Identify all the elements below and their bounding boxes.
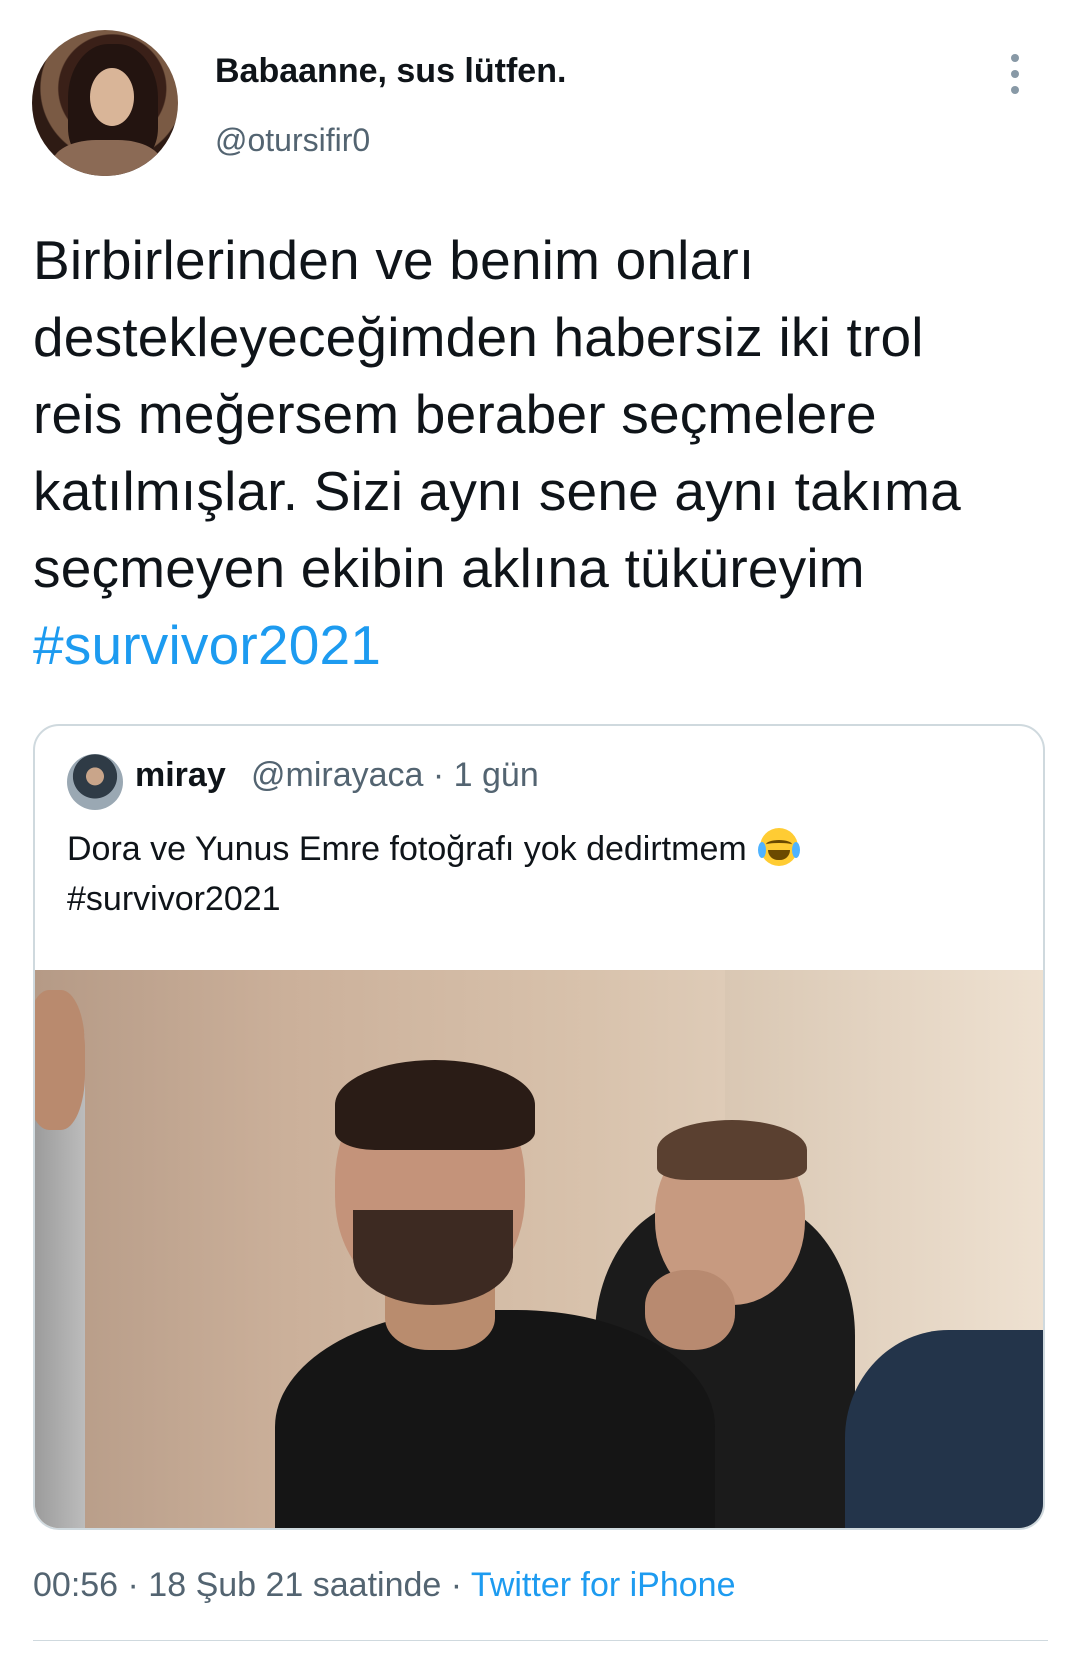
tweet-text-line: Birbirlerinden ve benim onları xyxy=(33,229,755,291)
photo-person2-hair-shape xyxy=(657,1120,807,1180)
tweet-text-line: katılmışlar. Sizi aynı sene aynı takıma xyxy=(33,460,961,522)
author-handle[interactable]: @otursifir0 xyxy=(215,122,370,159)
quoted-tweet-card[interactable]: miray @mirayaca · 1 gün Dora ve Yunus Em… xyxy=(33,724,1045,1530)
quoted-tweet-hashtag[interactable]: #survivor2021 xyxy=(67,880,281,918)
photo-person1-hair-shape xyxy=(335,1060,535,1150)
tear-shape xyxy=(792,842,801,858)
quoted-author-avatar[interactable] xyxy=(67,754,123,810)
tweet-source-link[interactable]: Twitter for iPhone xyxy=(471,1566,736,1604)
tweet-text: Birbirlerinden ve benim onları destekley… xyxy=(33,222,1048,684)
quoted-tweet-body: Dora ve Yunus Emre fotoğrafı yok dedirtm… xyxy=(67,830,747,868)
photo-person1-beard-shape xyxy=(353,1210,513,1305)
tweet-text-line: destekleyeceğimden habersiz iki trol xyxy=(33,306,924,368)
tweet-time-date[interactable]: 00:56 · 18 Şub 21 saatinde · xyxy=(33,1566,471,1604)
tweet-timestamp: 00:56 · 18 Şub 21 saatinde · Twitter for… xyxy=(33,1566,735,1605)
divider xyxy=(33,1640,1048,1641)
quoted-tweet-photo[interactable] xyxy=(35,970,1043,1528)
photo-person1-body-shape xyxy=(275,1310,715,1528)
photo-person2-hand-shape xyxy=(645,1270,735,1350)
author-display-name[interactable]: Babaanne, sus lütfen. xyxy=(215,52,566,91)
more-options-button[interactable] xyxy=(1000,50,1030,100)
more-vertical-icon xyxy=(1011,54,1019,62)
quoted-author-name[interactable]: miray xyxy=(135,756,226,795)
face-with-tears-of-joy-icon xyxy=(758,828,801,866)
more-vertical-icon-dot xyxy=(1011,70,1019,78)
more-vertical-icon-dot xyxy=(1011,86,1019,94)
quoted-tweet-text: Dora ve Yunus Emre fotoğrafı yok dedirtm… xyxy=(67,824,1017,924)
avatar-face-shape xyxy=(90,68,134,126)
quoted-author-meta: @mirayaca · 1 gün xyxy=(251,756,539,794)
avatar-body-shape xyxy=(52,140,162,176)
tear-shape xyxy=(758,842,767,858)
photo-left-head-shape xyxy=(35,990,85,1130)
author-avatar[interactable] xyxy=(32,30,178,176)
tweet-text-line: reis meğersem beraber seçmelere xyxy=(33,383,877,445)
tweet-text-line: seçmeyen ekibin aklına tüküreyim xyxy=(33,537,865,599)
tweet-hashtag-link[interactable]: #survivor2021 xyxy=(33,607,1048,684)
